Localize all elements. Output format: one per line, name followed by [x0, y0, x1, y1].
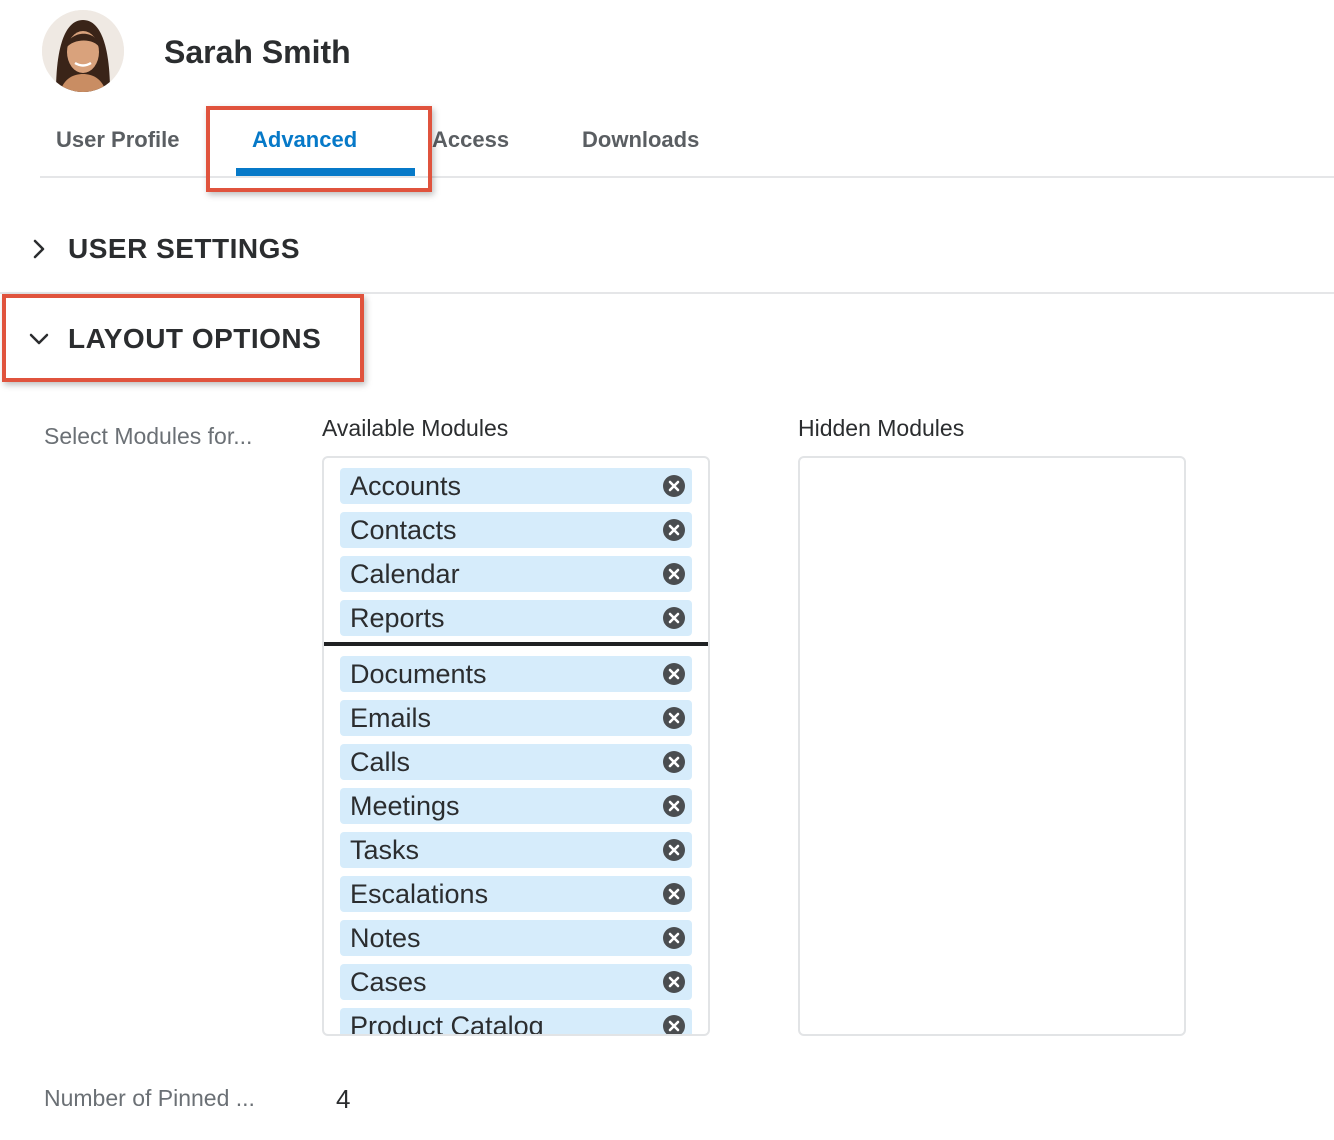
module-pill[interactable]: Product Catalog — [340, 1008, 692, 1036]
module-pill[interactable]: Tasks — [340, 832, 692, 868]
module-pill-label: Reports — [350, 603, 445, 633]
module-pill-label: Contacts — [350, 515, 457, 545]
tab-advanced[interactable]: Advanced — [252, 124, 357, 156]
module-pill[interactable]: Accounts — [340, 468, 692, 504]
module-pill[interactable]: Meetings — [340, 788, 692, 824]
module-pill[interactable]: Calls — [340, 744, 692, 780]
module-pill-label: Calendar — [350, 559, 460, 589]
module-pill-label: Notes — [350, 923, 421, 953]
pinned-count-value[interactable]: 4 — [336, 1082, 350, 1116]
other-modules-group: Documents Emails Calls Meetings Tasks Escalat… — [340, 656, 692, 1036]
module-pill[interactable]: Emails — [340, 700, 692, 736]
module-pill-label: Calls — [350, 747, 411, 777]
close-circle-icon[interactable] — [662, 1014, 686, 1034]
close-circle-icon[interactable] — [662, 662, 686, 686]
module-pill[interactable]: Reports — [340, 600, 692, 636]
close-circle-icon[interactable] — [662, 606, 686, 630]
available-modules-label: Available Modules — [322, 415, 509, 441]
close-circle-icon[interactable] — [662, 750, 686, 774]
close-circle-icon[interactable] — [662, 518, 686, 542]
close-circle-icon[interactable] — [662, 794, 686, 818]
module-pill-label: Emails — [350, 703, 432, 733]
layout-options-title: LAYOUT OPTIONS — [68, 323, 322, 354]
close-circle-icon[interactable] — [662, 970, 686, 994]
tab-access[interactable]: Access — [432, 124, 509, 156]
close-circle-icon[interactable] — [662, 562, 686, 586]
close-circle-icon[interactable] — [662, 926, 686, 950]
close-circle-icon[interactable] — [662, 838, 686, 862]
user-name: Sarah Smith — [164, 34, 351, 70]
pinned-count-label: Number of Pinned ... — [44, 1085, 255, 1111]
hidden-modules-list[interactable] — [798, 456, 1186, 1036]
module-pill-label: Tasks — [350, 835, 420, 865]
tab-downloads[interactable]: Downloads — [582, 124, 699, 156]
module-pill-label: Product Catalog — [350, 1011, 544, 1036]
module-pill[interactable]: Calendar — [340, 556, 692, 592]
close-circle-icon[interactable] — [662, 706, 686, 730]
section-divider — [0, 292, 1334, 294]
module-pill[interactable]: Escalations — [340, 876, 692, 912]
avatar — [42, 10, 124, 92]
module-pill[interactable]: Cases — [340, 964, 692, 1000]
module-pill[interactable]: Contacts — [340, 512, 692, 548]
pinned-modules-group: Accounts Contacts Calendar Reports — [340, 468, 692, 644]
pinned-separator[interactable] — [324, 642, 708, 646]
available-modules-list[interactable]: Accounts Contacts Calendar Reports Document… — [322, 456, 710, 1036]
tab-user-profile[interactable]: User Profile — [56, 124, 180, 156]
hidden-modules-label: Hidden Modules — [798, 415, 965, 441]
module-pill[interactable]: Documents — [340, 656, 692, 692]
tab-bar: User Profile Advanced Access Downloads — [40, 108, 1334, 178]
user-photo — [42, 10, 124, 92]
module-pill-label: Escalations — [350, 879, 489, 909]
module-pill-label: Accounts — [350, 471, 462, 501]
module-pill-label: Meetings — [350, 791, 460, 821]
module-pill-label: Documents — [350, 659, 487, 689]
user-settings-header[interactable]: USER SETTINGS — [28, 224, 300, 274]
close-circle-icon[interactable] — [662, 882, 686, 906]
user-settings-title: USER SETTINGS — [68, 233, 301, 264]
active-tab-indicator — [236, 168, 415, 176]
layout-options-header[interactable]: LAYOUT OPTIONS — [28, 314, 321, 364]
chevron-right-icon — [28, 238, 50, 260]
close-circle-icon[interactable] — [662, 474, 686, 498]
chevron-down-icon — [28, 328, 50, 350]
module-pill-label: Cases — [350, 967, 427, 997]
select-modules-label: Select Modules for... — [44, 423, 253, 449]
module-pill[interactable]: Notes — [340, 920, 692, 956]
